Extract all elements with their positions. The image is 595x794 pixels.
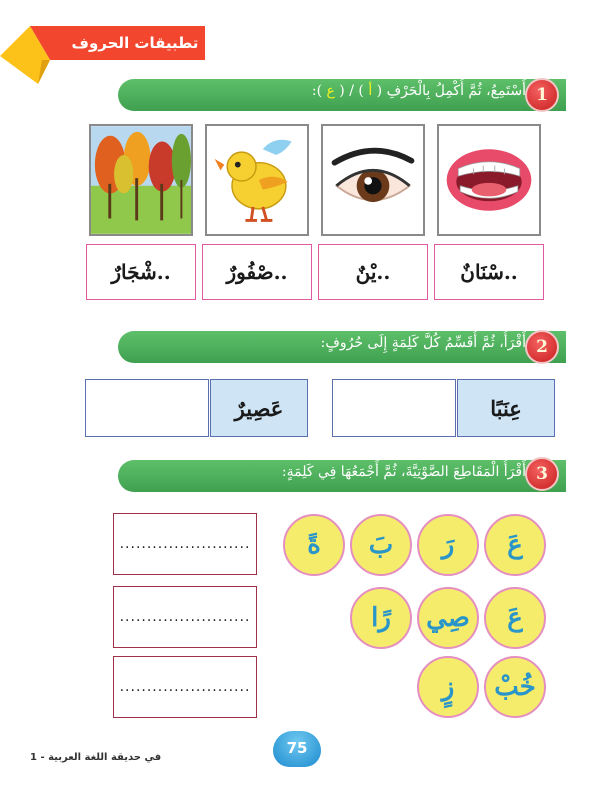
trees-icon (91, 126, 191, 234)
syllable-circle: عَ (484, 587, 546, 649)
section-3-badge: 3 (525, 457, 559, 491)
eye-icon (331, 147, 415, 203)
section-3-header: أَقْرَأُ الْمَقَاطِعَ الصَّوْتِيَّةَ، ثُ… (118, 460, 566, 492)
syllable-circle: رًا (350, 587, 412, 649)
letter-ain: ع (326, 83, 335, 99)
answer-box-2[interactable]: ........................ (113, 586, 257, 648)
syllable-circle: رَ (417, 514, 479, 576)
word-box-eye: ..يْنٌ (318, 244, 428, 300)
syllable-circle: بَ (350, 514, 412, 576)
picture-bird (205, 124, 309, 236)
mouth-teeth-icon (446, 149, 532, 211)
title-banner: تطبيقات الحروف (0, 26, 220, 84)
section-3-instruction: أَقْرَأُ الْمَقَاطِعَ الصَّوْتِيَّةَ، ثُ… (281, 464, 526, 480)
picture-teeth (437, 124, 541, 236)
book-title: في حديقة اللغة العربية - 1 (30, 752, 162, 763)
banner-title: تطبيقات الحروف (71, 34, 199, 52)
section-1-badge: 1 (525, 78, 559, 112)
bird-icon (214, 139, 292, 222)
syllable-circle: خُبْ (484, 656, 546, 718)
word-box-trees: ..شْجَارٌ (86, 244, 196, 300)
word-box-bird: ..صْفُورٌ (202, 244, 312, 300)
section-2-header: أَقْرَأُ، ثُمَّ أُقَسِّمُ كُلَّ كَلِمَةٍ… (118, 331, 566, 363)
word-asir: عَصِيرٌ (210, 379, 308, 437)
syllable-circle: صِي (417, 587, 479, 649)
section-1-instruction: أَسْتَمِعُ، ثُمَّ أُكْمِلُ بِالْحَرْفِ (… (311, 83, 526, 99)
syllable-circle: زٍ (417, 656, 479, 718)
section-2-instruction: أَقْرَأُ، ثُمَّ أُقَسِّمُ كُلَّ كَلِمَةٍ… (320, 335, 526, 351)
word-box-teeth: ..سْنَانٌ (434, 244, 544, 300)
section-1-header: أَسْتَمِعُ، ثُمَّ أُكْمِلُ بِالْحَرْفِ (… (118, 79, 566, 111)
syllable-circle: ةً (283, 514, 345, 576)
answer-box-1[interactable]: ........................ (113, 513, 257, 575)
split-box-asir[interactable] (85, 379, 209, 437)
picture-eye (321, 124, 425, 236)
picture-trees (89, 124, 193, 236)
section-2-badge: 2 (525, 330, 559, 364)
page-number: 75 (273, 731, 321, 767)
answer-box-3[interactable]: ........................ (113, 656, 257, 718)
split-box-inab[interactable] (332, 379, 456, 437)
word-inab: عِنَبًا (457, 379, 555, 437)
syllable-circle: عَ (484, 514, 546, 576)
